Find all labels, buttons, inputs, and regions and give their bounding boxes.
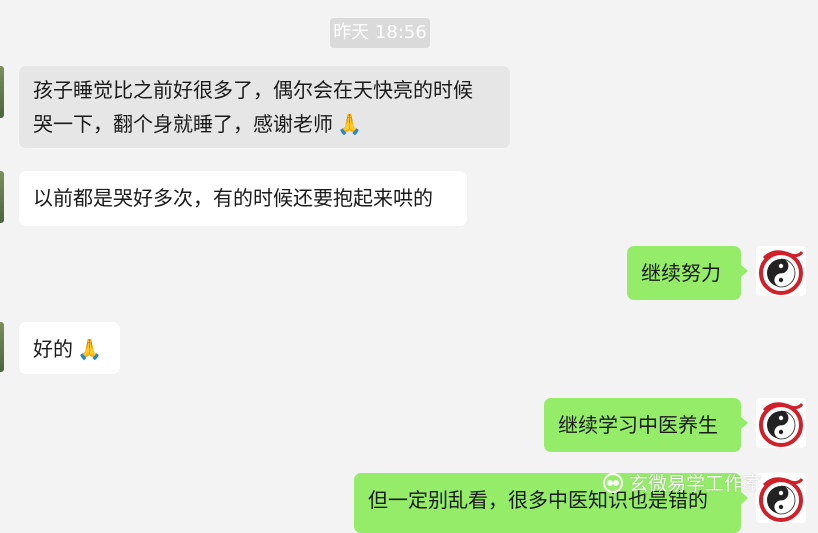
message-bubble[interactable]: 以前都是哭好多次，有的时候还要抱起来哄的 bbox=[19, 171, 467, 226]
message-row: 继续学习中医养生 bbox=[0, 398, 818, 452]
message-bubble[interactable]: 继续努力 bbox=[627, 246, 748, 300]
chat-window: 昨天 18:56 孩子睡觉比之前好很多了，偶尔会在天快亮的时候 哭一下，翻个身就… bbox=[0, 0, 818, 533]
self-avatar[interactable] bbox=[756, 246, 806, 296]
message-row: 继续努力 bbox=[0, 246, 818, 300]
message-text: 继续努力 bbox=[641, 261, 721, 285]
taiji-dragon-icon bbox=[759, 250, 804, 295]
pray-emoji-icon: 🙏 bbox=[77, 337, 102, 361]
taiji-dragon-icon bbox=[759, 402, 804, 447]
taiji-dragon-icon bbox=[759, 477, 804, 522]
message-text: 哭一下，翻个身就睡了，感谢老师 bbox=[33, 112, 333, 136]
pray-emoji-icon: 🙏 bbox=[337, 112, 362, 136]
message-bubble[interactable]: 但一定别乱看，很多中医知识也是错的 bbox=[354, 473, 748, 533]
message-text: 好的 bbox=[33, 337, 73, 361]
message-bubble[interactable]: 孩子睡觉比之前好很多了，偶尔会在天快亮的时候 哭一下，翻个身就睡了，感谢老师 🙏 bbox=[19, 66, 510, 148]
message-text: 但一定别乱看，很多中医知识也是错的 bbox=[368, 488, 708, 512]
message-text: 以前都是哭好多次，有的时候还要抱起来哄的 bbox=[33, 186, 433, 210]
message-row: 以前都是哭好多次，有的时候还要抱起来哄的 bbox=[0, 171, 818, 226]
message-text-line: 孩子睡觉比之前好很多了，偶尔会在天快亮的时候 bbox=[33, 78, 473, 102]
message-text-line: 哭一下，翻个身就睡了，感谢老师 🙏 bbox=[33, 107, 496, 141]
contact-avatar[interactable] bbox=[0, 66, 4, 118]
message-text: 继续学习中医养生 bbox=[558, 413, 718, 437]
contact-avatar[interactable] bbox=[0, 322, 4, 372]
message-row: 孩子睡觉比之前好很多了，偶尔会在天快亮的时候 哭一下，翻个身就睡了，感谢老师 🙏 bbox=[0, 66, 818, 148]
message-row: 但一定别乱看，很多中医知识也是错的 bbox=[0, 473, 818, 533]
self-avatar[interactable] bbox=[756, 398, 806, 448]
contact-avatar[interactable] bbox=[0, 171, 4, 223]
message-bubble[interactable]: 继续学习中医养生 bbox=[544, 398, 748, 452]
timestamp-label: 昨天 18:56 bbox=[330, 18, 430, 48]
message-bubble[interactable]: 好的 🙏 bbox=[19, 322, 120, 374]
message-row: 好的 🙏 bbox=[0, 322, 818, 374]
self-avatar[interactable] bbox=[756, 473, 806, 523]
